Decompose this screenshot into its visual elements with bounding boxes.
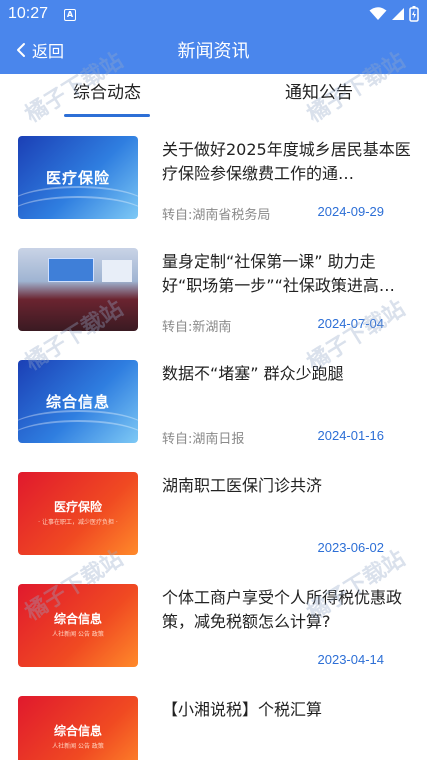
- news-date: 2023-04-14: [317, 652, 385, 667]
- thumbnail-label: 医疗保险: [45, 169, 110, 187]
- news-title: 量身定制“社保第一课” 助力走好“职场第一步”“社保政策进高…: [162, 252, 395, 295]
- signal-icon: [392, 8, 404, 20]
- thumbnail-caption: 人社新闻 公告 政策: [52, 743, 104, 750]
- thumbnail-caption: · 让事在职工，减少医疗负担 ·: [38, 519, 118, 526]
- thumbnail-label: 综合信息: [45, 393, 110, 411]
- news-date: 2024-01-16: [317, 428, 385, 443]
- thumbnail-wave: [18, 196, 138, 219]
- thumbnail-label: 综合信息: [53, 612, 102, 626]
- news-item[interactable]: 医疗保险 · 让事在职工，减少医疗负担 · 湖南职工医保门诊共济 2023-06…: [0, 456, 427, 568]
- news-thumbnail: [18, 248, 138, 331]
- app-header: 10:27 A 返回 新闻资讯: [0, 0, 427, 74]
- thumbnail-label: 医疗保险: [53, 500, 102, 514]
- news-source: 转自:湖南日报: [162, 432, 245, 447]
- news-thumbnail: 医疗保险: [18, 136, 138, 219]
- news-date: 2024-07-04: [317, 316, 385, 331]
- news-thumbnail: 综合信息 人社新闻 公告 政策: [18, 584, 138, 667]
- tab-active-indicator: [64, 114, 150, 117]
- news-thumbnail: 综合信息 人社新闻 公告 政策: [18, 696, 138, 760]
- news-thumbnail: 医疗保险 · 让事在职工，减少医疗负担 ·: [18, 472, 138, 555]
- thumbnail-caption: 人社新闻 公告 政策: [52, 631, 104, 638]
- tab-label: 通知公告: [285, 83, 353, 103]
- tab-label: 综合动态: [73, 83, 141, 103]
- news-item[interactable]: 量身定制“社保第一课” 助力走好“职场第一步”“社保政策进高… 转自:新湖南 2…: [0, 232, 427, 344]
- sim-icon: A: [64, 9, 76, 21]
- news-item[interactable]: 综合信息 人社新闻 公告 政策 个体工商户享受个人所得税优惠政策，减免税额怎么计…: [0, 568, 427, 680]
- tab-news[interactable]: 综合动态: [64, 78, 150, 116]
- news-source: 转自:湖南省税务局: [162, 208, 271, 223]
- tab-notices[interactable]: 通知公告: [276, 78, 362, 116]
- thumbnail-label: 综合信息: [53, 724, 102, 738]
- tab-bar: 综合动态 通知公告: [0, 74, 427, 120]
- news-source: 转自:新湖南: [162, 320, 232, 335]
- news-date: 2024-09-29: [317, 204, 385, 219]
- news-item[interactable]: 综合信息 人社新闻 公告 政策 【小湘说税】个税汇算 2023-03-08: [0, 680, 427, 760]
- thumbnail-screen: [48, 258, 94, 282]
- thumbnail-banner: [102, 260, 132, 282]
- status-bar: 10:27 A: [0, 0, 427, 28]
- news-title: 湖南职工医保门诊共济: [162, 476, 323, 495]
- news-item[interactable]: 综合信息 数据不“堵塞” 群众少跑腿 转自:湖南日报 2024-01-16: [0, 344, 427, 456]
- news-title: 数据不“堵塞” 群众少跑腿: [162, 364, 344, 383]
- battery-icon: [409, 6, 419, 22]
- nav-bar: 返回 新闻资讯: [0, 30, 427, 70]
- news-title: 个体工商户享受个人所得税优惠政策，减免税额怎么计算?: [162, 588, 403, 631]
- news-thumbnail: 综合信息: [18, 360, 138, 443]
- thumbnail-wave: [18, 420, 138, 443]
- status-time: 10:27: [8, 5, 49, 22]
- wifi-icon: [369, 7, 387, 20]
- news-title: 【小湘说税】个税汇算: [162, 700, 323, 719]
- page-title: 新闻资讯: [177, 41, 250, 62]
- news-title: 关于做好2025年度城乡居民基本医疗保险参保缴费工作的通…: [162, 140, 411, 183]
- status-icons: [369, 6, 419, 22]
- news-item[interactable]: 医疗保险 关于做好2025年度城乡居民基本医疗保险参保缴费工作的通… 转自:湖南…: [0, 120, 427, 232]
- news-date: 2023-06-02: [317, 540, 385, 555]
